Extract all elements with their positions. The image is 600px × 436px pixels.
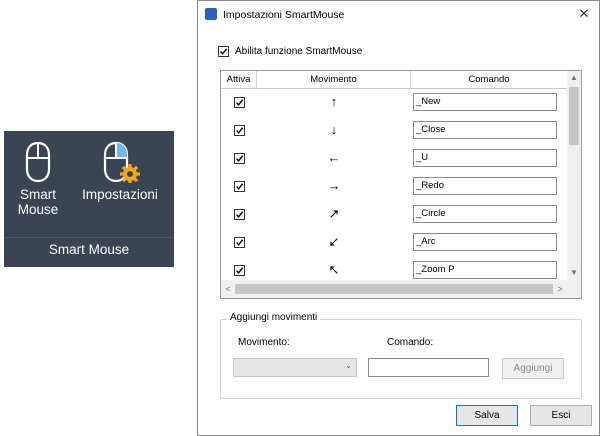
row-command-input[interactable]: _Zoom P	[413, 261, 557, 279]
checkmark-icon	[235, 99, 244, 106]
gesture-grid: Attiva Movimento Comando ↑ _New ↓ _Close ← _U…	[220, 70, 582, 299]
column-header-movimento[interactable]: Movimento	[257, 71, 411, 89]
smart-mouse-tool-button[interactable]: Smart Mouse	[10, 141, 66, 217]
row-command-input[interactable]: _Close	[413, 121, 557, 139]
column-header-attiva[interactable]: Attiva	[221, 71, 257, 89]
ribbon-panel-title: Smart Mouse	[48, 242, 130, 257]
row-active-checkbox[interactable]	[234, 97, 245, 108]
comando-label: Comando:	[387, 337, 434, 348]
mouse-icon	[25, 141, 51, 183]
checkmark-icon	[235, 183, 244, 190]
ribbon-panel: Smart Mouse Impostazioni Smart Mouse	[4, 131, 174, 267]
gesture-arrow-icon: ↗	[328, 206, 340, 221]
row-active-checkbox[interactable]	[234, 209, 245, 220]
close-icon[interactable]: ✕	[576, 6, 592, 22]
row-command-input[interactable]: _Redo	[413, 177, 557, 195]
row-active-checkbox[interactable]	[234, 181, 245, 192]
chevron-down-icon: ⌄	[345, 361, 352, 370]
app-icon	[205, 8, 217, 20]
add-gesture-legend: Aggiungi movimenti	[227, 312, 321, 323]
comando-input[interactable]	[368, 358, 489, 377]
aggiungi-button[interactable]: Aggiungi	[502, 358, 564, 379]
impostazioni-tool-button[interactable]: Impostazioni	[68, 141, 172, 202]
ribbon-divider	[4, 237, 174, 238]
horizontal-scroll-thumb[interactable]	[235, 284, 553, 294]
row-command-input[interactable]: _New	[413, 93, 557, 111]
gesture-arrow-icon: ↑	[330, 94, 338, 109]
enable-smartmouse-label[interactable]: Abilita funzione SmartMouse	[235, 46, 362, 57]
grid-header: Attiva Movimento Comando	[221, 71, 567, 89]
gesture-arrow-icon: →	[327, 178, 341, 193]
settings-dialog: Impostazioni SmartMouse ✕ Abilita funzio…	[197, 0, 600, 436]
row-active-checkbox[interactable]	[234, 153, 245, 164]
mouse-gear-icon	[103, 141, 140, 183]
scroll-up-icon[interactable]: ▲	[567, 71, 581, 85]
add-gesture-group: Aggiungi movimenti Movimento: Comando: ⌄…	[220, 312, 582, 399]
dialog-titlebar[interactable]: Impostazioni SmartMouse ✕	[198, 1, 599, 29]
row-active-checkbox[interactable]	[234, 125, 245, 136]
checkmark-icon	[235, 211, 244, 218]
esci-button[interactable]: Esci	[530, 405, 592, 426]
checkmark-icon	[235, 239, 244, 246]
row-command-input[interactable]: _U	[413, 149, 557, 167]
table-row[interactable]: ↓ _Close	[221, 117, 567, 145]
checkmark-icon	[235, 155, 244, 162]
enable-smartmouse-checkbox[interactable]	[218, 46, 229, 57]
salva-button[interactable]: Salva	[456, 405, 518, 426]
row-active-checkbox[interactable]	[234, 265, 245, 276]
table-row[interactable]: ↑ _New	[221, 89, 567, 117]
table-row[interactable]: ↙ _Arc	[221, 229, 567, 257]
smart-mouse-label-1: Smart	[19, 187, 56, 202]
row-command-input[interactable]: _Circle	[413, 205, 557, 223]
row-active-checkbox[interactable]	[234, 237, 245, 248]
scroll-left-icon[interactable]: <	[221, 282, 235, 296]
gesture-arrow-icon: ↖	[328, 262, 340, 277]
table-row[interactable]: ← _U	[221, 145, 567, 173]
scroll-down-icon[interactable]: ▼	[567, 266, 581, 280]
vertical-scrollbar[interactable]: ▲ ▼	[567, 71, 581, 280]
table-row[interactable]: → _Redo	[221, 173, 567, 201]
checkmark-icon	[235, 127, 244, 134]
impostazioni-label: Impostazioni	[82, 187, 158, 202]
movimento-combo[interactable]: ⌄	[233, 358, 357, 377]
ribbon-tools: Smart Mouse Impostazioni	[4, 131, 174, 237]
horizontal-scrollbar[interactable]: < >	[221, 280, 567, 298]
gesture-arrow-icon: ↓	[330, 122, 338, 137]
table-row[interactable]: ↗ _Circle	[221, 201, 567, 229]
checkmark-icon	[219, 48, 228, 55]
vertical-scroll-thumb[interactable]	[569, 87, 579, 145]
column-header-comando[interactable]: Comando	[411, 71, 567, 89]
gesture-arrow-icon: ↙	[328, 234, 340, 249]
scroll-right-icon[interactable]: >	[553, 282, 567, 296]
movimento-label: Movimento:	[238, 337, 290, 348]
smart-mouse-label-2: Mouse	[17, 202, 59, 217]
dialog-title: Impostazioni SmartMouse	[223, 9, 345, 21]
scrollbar-corner	[567, 280, 581, 298]
checkmark-icon	[235, 267, 244, 274]
gesture-arrow-icon: ←	[327, 150, 341, 165]
row-command-input[interactable]: _Arc	[413, 233, 557, 251]
